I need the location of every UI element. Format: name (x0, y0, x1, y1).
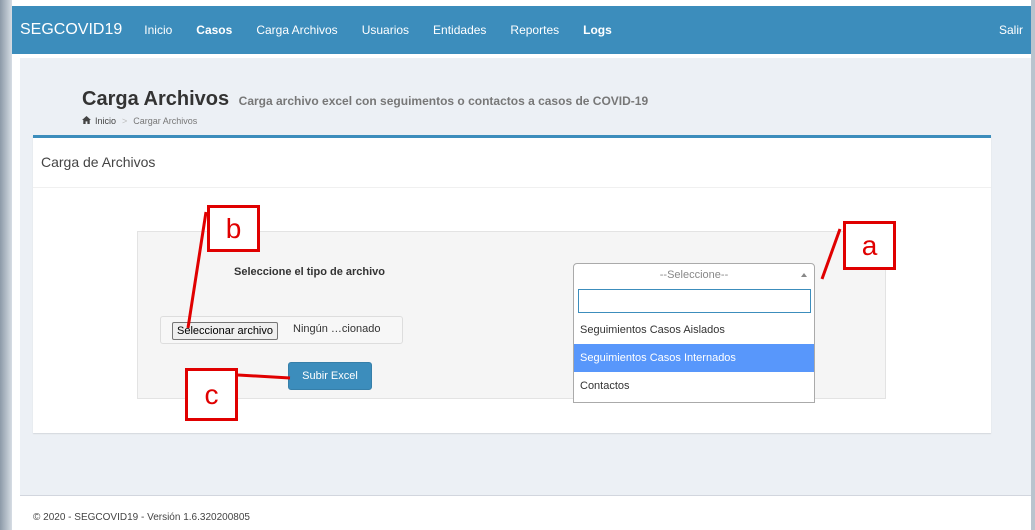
annotation-marker-c: c (185, 368, 238, 421)
select-dropdown: Seguimientos Casos Aislados Seguimientos… (573, 286, 815, 403)
logout-link[interactable]: Salir (999, 23, 1023, 37)
file-type-select[interactable]: --Seleccione-- (573, 263, 815, 287)
page-title: Carga Archivos Carga archivo excel con s… (82, 88, 648, 111)
page-subtitle: Carga archivo excel con seguimentos o co… (238, 94, 649, 108)
footer-text: © 2020 - SEGCOVID19 - Versión 1.6.320200… (33, 512, 250, 523)
option-seguimientos-internados[interactable]: Seguimientos Casos Internados (574, 344, 814, 372)
file-input-group: Seleccionar archivo Ningún …cionado (160, 316, 403, 344)
page-title-text: Carga Archivos (82, 88, 230, 110)
nav-usuarios[interactable]: Usuarios (362, 23, 409, 37)
panel-header: Carga de Archivos (33, 138, 991, 188)
option-contactos[interactable]: Contactos (574, 372, 814, 400)
top-navbar: SEGCOVID19 Inicio Casos Carga Archivos U… (12, 6, 1031, 54)
nav-carga-archivos[interactable]: Carga Archivos (256, 23, 337, 37)
home-icon (82, 116, 91, 124)
content-wrapper: Carga Archivos Carga archivo excel con s… (20, 58, 1031, 495)
select-placeholder: --Seleccione-- (659, 269, 729, 281)
upload-panel: Carga de Archivos Seleccione el tipo de … (33, 135, 991, 433)
upload-excel-button[interactable]: Subir Excel (288, 362, 372, 390)
nav-reportes[interactable]: Reportes (510, 23, 559, 37)
file-type-label: Seleccione el tipo de archivo (234, 266, 385, 278)
nav-entidades[interactable]: Entidades (433, 23, 486, 37)
dropdown-search-input[interactable] (578, 289, 811, 313)
nav-logs[interactable]: Logs (583, 23, 612, 37)
breadcrumb-current: Cargar Archivos (133, 116, 198, 126)
breadcrumb-home-link[interactable]: Inicio (95, 116, 116, 126)
window-frame-right (1031, 0, 1035, 530)
panel-title: Carga de Archivos (41, 154, 156, 170)
choose-file-button[interactable]: Seleccionar archivo (172, 322, 278, 340)
breadcrumb-separator: > (122, 116, 128, 126)
annotation-marker-a: a (843, 221, 896, 270)
page-footer: © 2020 - SEGCOVID19 - Versión 1.6.320200… (20, 495, 1031, 530)
nav-casos[interactable]: Casos (196, 23, 232, 37)
breadcrumb: Inicio > Cargar Archivos (82, 116, 197, 126)
upload-form: Seleccione el tipo de archivo Selecciona… (137, 231, 886, 403)
window-frame-left (0, 0, 12, 530)
annotation-marker-b: b (207, 205, 260, 252)
brand-logo[interactable]: SEGCOVID19 (20, 21, 122, 39)
caret-up-icon (801, 273, 807, 277)
file-status-text: Ningún …cionado (293, 323, 381, 335)
option-seguimientos-aislados[interactable]: Seguimientos Casos Aislados (574, 316, 814, 344)
nav-inicio[interactable]: Inicio (144, 23, 172, 37)
